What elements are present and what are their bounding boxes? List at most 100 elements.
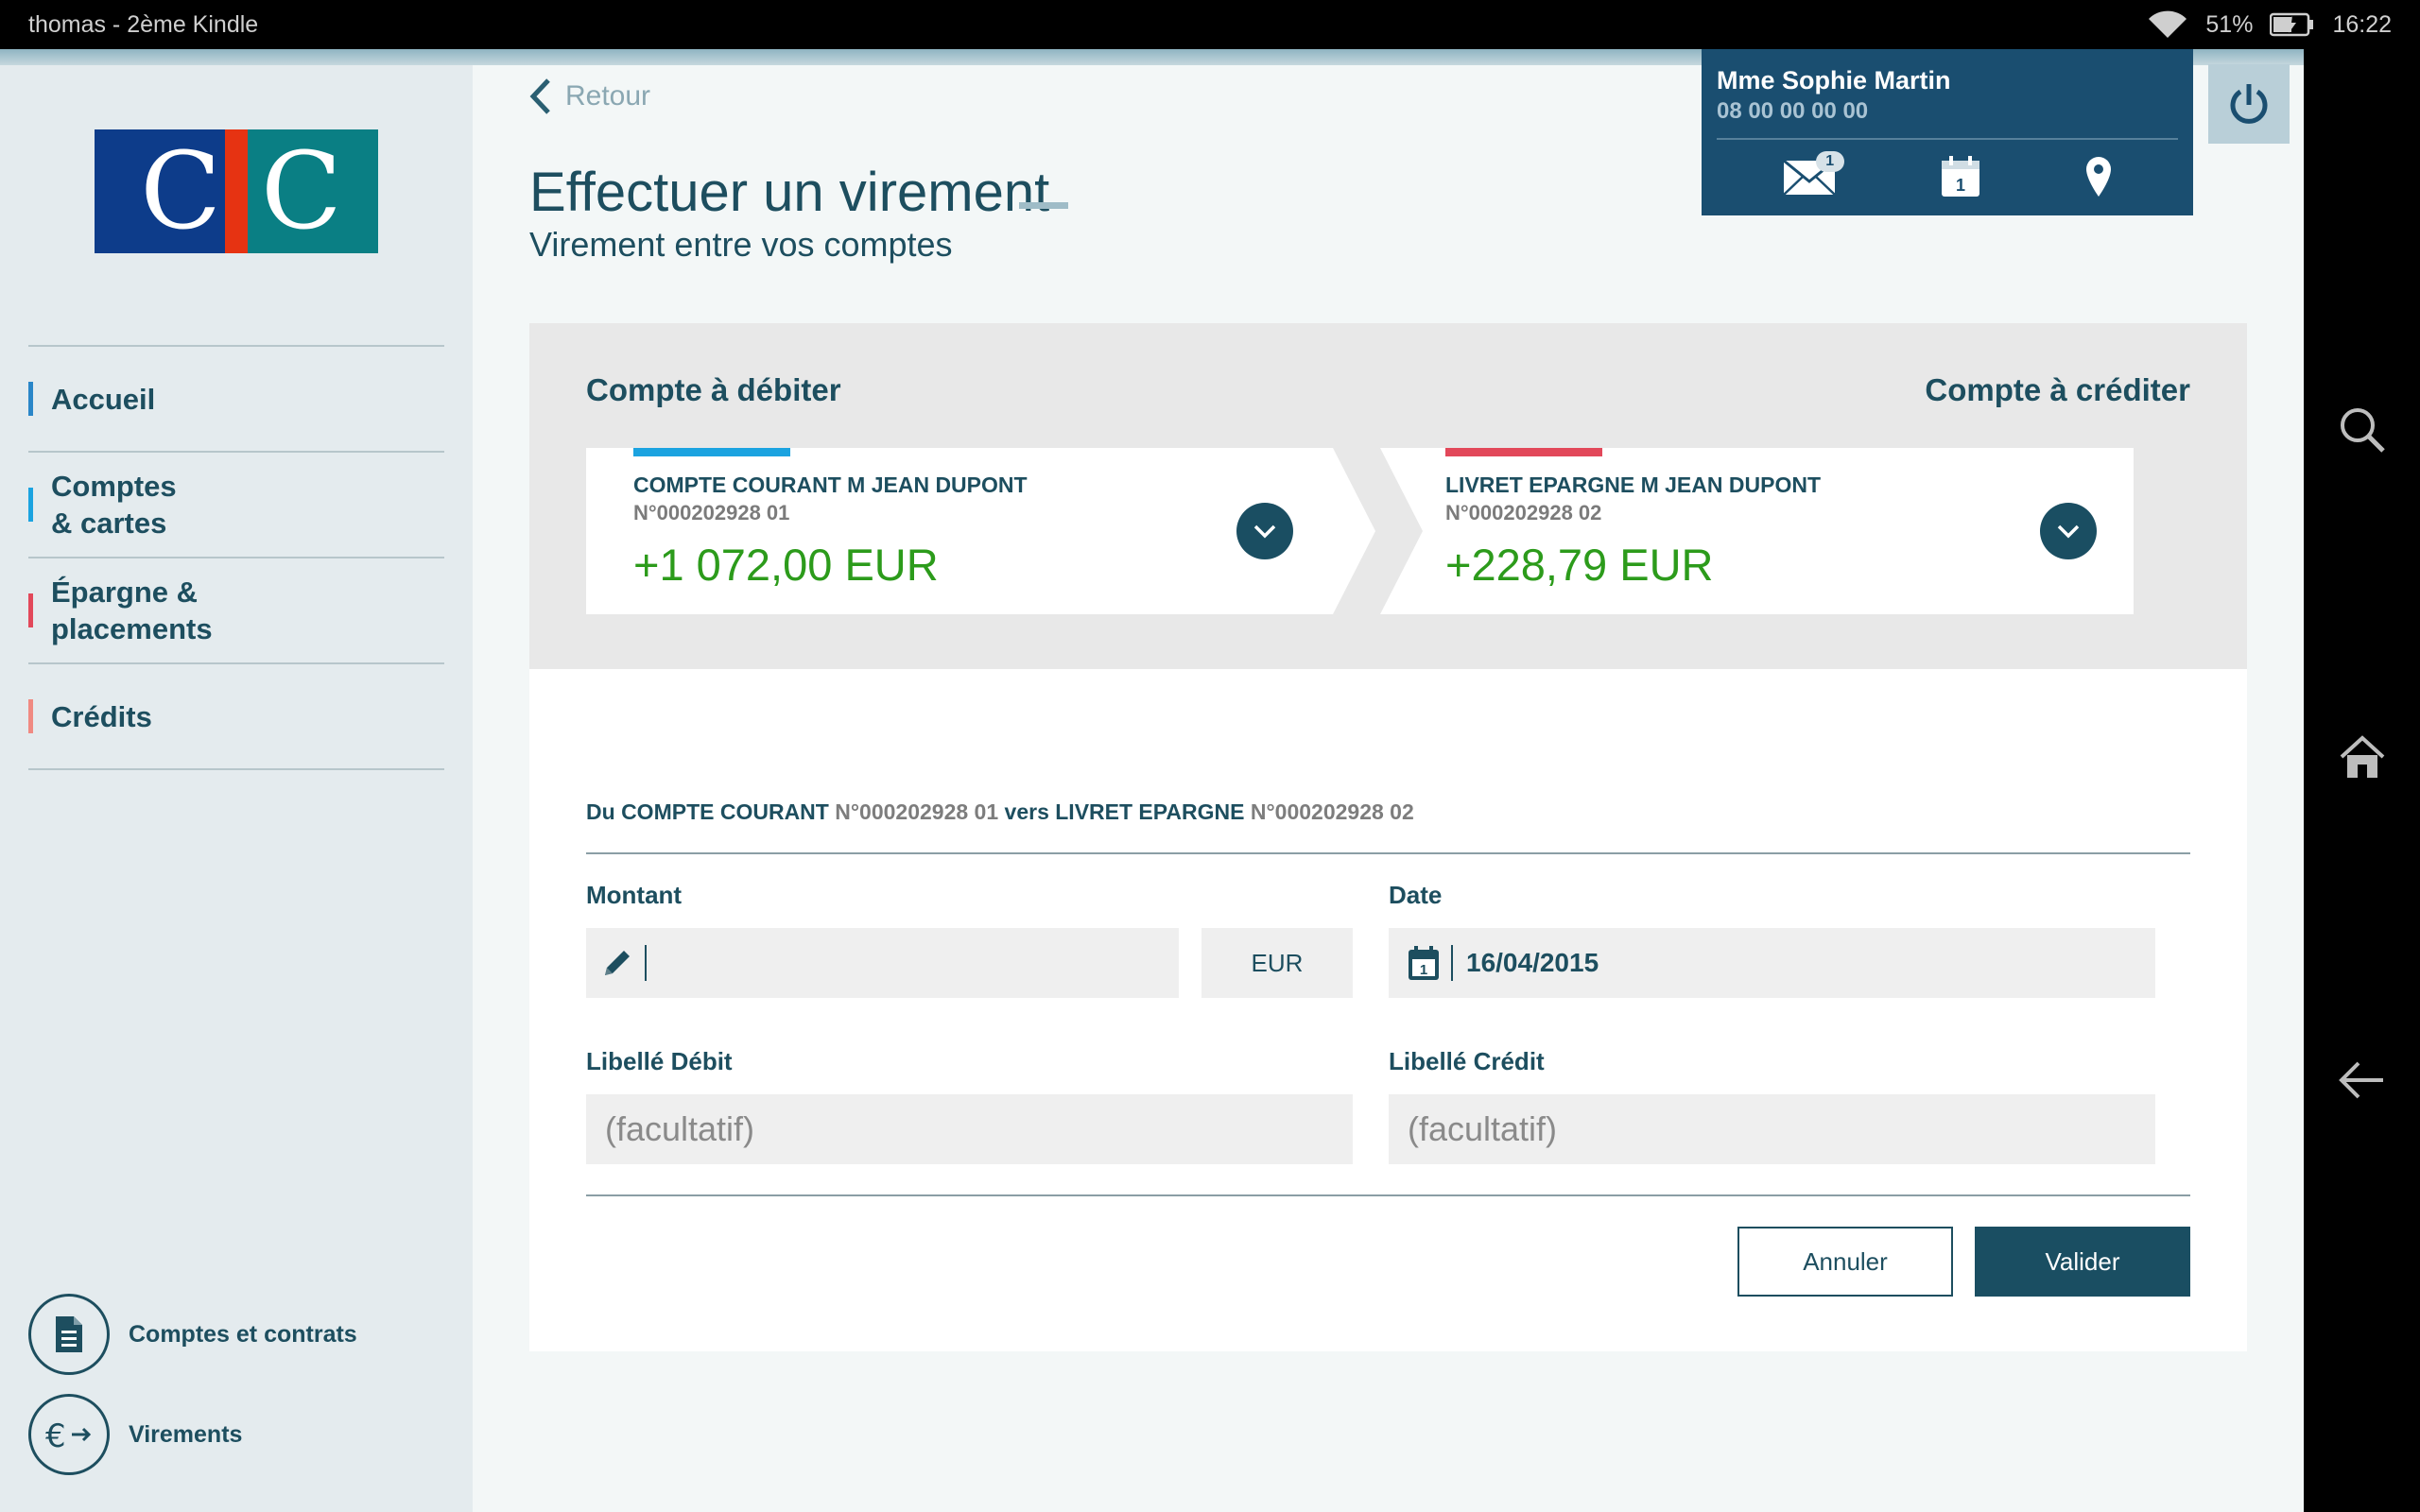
home-button[interactable]	[2304, 714, 2420, 799]
account-accent-bar	[633, 448, 790, 456]
quick-link-label: Virements	[129, 1420, 243, 1448]
user-phone: 08 00 00 00 00	[1717, 98, 1869, 124]
quick-link-comptes-contrats[interactable]: Comptes et contrats	[28, 1294, 357, 1375]
location-button[interactable]	[2084, 155, 2113, 203]
account-balance: +1 072,00 EUR	[633, 540, 939, 590]
transfer-summary: Du COMPTE COURANT N°000202928 01 vers LI…	[586, 799, 1414, 825]
nav-color-bar	[28, 382, 33, 416]
credit-label-input[interactable]	[1389, 1094, 2155, 1164]
calendar-day: 1	[1420, 962, 1427, 978]
date-label: Date	[1389, 881, 1443, 909]
sidebar-item-label: Crédits	[51, 699, 152, 733]
search-icon	[2340, 408, 2385, 453]
credit-account-heading: Compte à créditer	[1925, 372, 2190, 407]
account-name: COMPTE COURANT M JEAN DUPONT	[633, 472, 1028, 497]
system-nav-bar	[2304, 49, 2420, 1512]
sidebar-item-comptes-cartes[interactable]: Comptes & cartes	[28, 453, 444, 558]
sidebar-item-label: Épargne & placements	[51, 576, 213, 645]
quick-link-label: Comptes et contrats	[129, 1320, 357, 1348]
calendar-icon: 1	[1941, 155, 1979, 197]
transfer-form: Du COMPTE COURANT N°000202928 01 vers LI…	[529, 669, 2247, 1351]
user-name: Mme Sophie Martin	[1717, 66, 1951, 94]
currency-value: EUR	[1251, 948, 1304, 977]
currency-select[interactable]: EUR	[1201, 928, 1353, 998]
sidebar-nav: Accueil Comptes & cartes Épargne & place…	[28, 345, 444, 770]
account-name: LIVRET EPARGNE M JEAN DUPONT	[1445, 472, 1821, 497]
arrow-left-icon	[2338, 1061, 2383, 1099]
credit-account-selector[interactable]: LIVRET EPARGNE M JEAN DUPONT N°000202928…	[1427, 448, 2134, 614]
validate-button[interactable]: Valider	[1975, 1227, 2190, 1297]
back-link[interactable]: Retour	[529, 77, 650, 115]
back-label: Retour	[565, 80, 651, 112]
title-underline	[1019, 202, 1068, 209]
debit-account-selector[interactable]: COMPTE COURANT M JEAN DUPONT N°000202928…	[586, 448, 1333, 614]
euro-transfer-icon: €	[28, 1394, 110, 1475]
status-bar: thomas - 2ème Kindle 51% 16:22	[0, 0, 2420, 49]
debit-label-title: Libellé Débit	[586, 1047, 733, 1075]
divider	[1717, 138, 2178, 140]
document-icon	[28, 1294, 110, 1375]
pencil-icon	[605, 951, 630, 975]
summary-from-prefix: Du	[586, 799, 615, 824]
logo-letter-left: C	[95, 129, 225, 253]
logout-button[interactable]	[2208, 64, 2290, 144]
wifi-icon	[2147, 9, 2188, 40]
sidebar: C C Accueil Comptes & cartes Épargne & p…	[0, 65, 473, 1512]
divider	[586, 852, 2190, 854]
accounts-panel: Compte à débiter Compte à créditer COMPT…	[529, 323, 2247, 669]
account-number: N°000202928 02	[1445, 501, 1602, 524]
sidebar-item-label: Comptes & cartes	[51, 470, 177, 540]
mail-button[interactable]: 1	[1782, 150, 1844, 201]
chevron-down-icon[interactable]	[2040, 503, 2097, 559]
sidebar-item-accueil[interactable]: Accueil	[28, 347, 444, 453]
page-title: Effectuer un virement	[529, 162, 1050, 223]
date-value: 16/04/2015	[1466, 948, 1599, 977]
nav-color-bar	[28, 593, 33, 627]
logo-letter-right: C	[248, 129, 378, 253]
amount-input[interactable]	[586, 928, 1179, 998]
date-field[interactable]: 1 16/04/2015	[1389, 928, 2155, 998]
user-panel: Mme Sophie Martin 08 00 00 00 00 1 1	[1702, 49, 2193, 215]
battery-icon	[2270, 12, 2315, 37]
account-balance: +228,79 EUR	[1445, 540, 1714, 590]
nav-color-bar	[28, 699, 33, 733]
account-number: N°000202928 01	[633, 501, 790, 524]
nav-color-bar	[28, 488, 33, 522]
quick-link-virements[interactable]: € Virements	[28, 1394, 242, 1475]
calendar-icon: 1	[1409, 946, 1439, 980]
mail-badge: 1	[1815, 150, 1844, 172]
logo-red-bar	[225, 129, 248, 253]
user-actions: 1 1	[1702, 147, 2193, 210]
device-title: thomas - 2ème Kindle	[28, 11, 259, 38]
calendar-button[interactable]: 1	[1940, 155, 1981, 203]
search-button[interactable]	[2304, 387, 2420, 472]
summary-from-account: COMPTE COURANT	[621, 799, 829, 824]
status-indicators: 51% 16:22	[2147, 9, 2392, 40]
summary-to-prefix: vers	[1004, 799, 1049, 824]
power-icon	[2230, 84, 2268, 124]
chevron-down-icon[interactable]	[1236, 503, 1293, 559]
back-button[interactable]	[2304, 1038, 2420, 1123]
debit-account-heading: Compte à débiter	[586, 372, 841, 407]
credit-label-title: Libellé Crédit	[1389, 1047, 1545, 1075]
sidebar-item-credits[interactable]: Crédits	[28, 664, 444, 770]
summary-to-account: LIVRET EPARGNE	[1055, 799, 1245, 824]
debit-label-input[interactable]	[586, 1094, 1353, 1164]
sidebar-item-label: Accueil	[51, 382, 156, 416]
app-window: C C Accueil Comptes & cartes Épargne & p…	[0, 49, 2304, 1512]
home-icon	[2340, 735, 2384, 778]
sidebar-item-epargne-placements[interactable]: Épargne & placements	[28, 558, 444, 664]
summary-to-number: N°000202928 02	[1250, 799, 1414, 824]
cic-logo[interactable]: C C	[95, 129, 378, 253]
clock: 16:22	[2332, 10, 2392, 38]
cancel-button[interactable]: Annuler	[1737, 1227, 1953, 1297]
field-separator	[1451, 945, 1453, 981]
arrow-separator	[1333, 448, 1427, 614]
svg-text:€: €	[45, 1418, 66, 1453]
account-accent-bar	[1445, 448, 1602, 456]
map-pin-icon	[2086, 156, 2112, 197]
text-caret	[645, 945, 647, 981]
chevron-left-icon	[529, 78, 550, 114]
page-subtitle: Virement entre vos comptes	[529, 225, 953, 264]
calendar-day: 1	[1956, 176, 1965, 195]
